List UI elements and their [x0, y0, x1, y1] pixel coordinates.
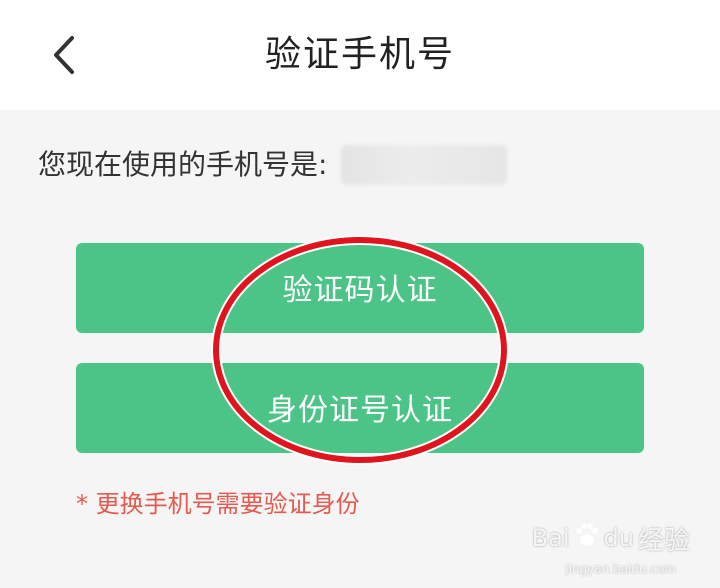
watermark-url: jingyan.baidu.com: [565, 562, 676, 576]
page-title: 验证手机号: [264, 34, 455, 75]
current-phone-number-blurred: ***********: [341, 145, 508, 185]
baidu-jingyan-watermark: Bai du 经验: [532, 518, 690, 558]
verify-id-number-button[interactable]: 身份证号认证: [76, 363, 644, 453]
watermark-brand-right: du: [603, 524, 634, 552]
current-phone-label: 您现在使用的手机号是:: [38, 148, 328, 181]
header-bar: 验证手机号: [0, 0, 720, 110]
verify-code-button[interactable]: 验证码认证: [76, 243, 644, 333]
watermark-product: 经验: [637, 525, 690, 556]
watermark-brand-left: Bai: [531, 524, 570, 552]
paw-icon: [572, 520, 602, 556]
change-phone-note: * 更换手机号需要验证身份: [76, 490, 360, 518]
current-phone-row: 您现在使用的手机号是: ***********: [38, 143, 508, 187]
